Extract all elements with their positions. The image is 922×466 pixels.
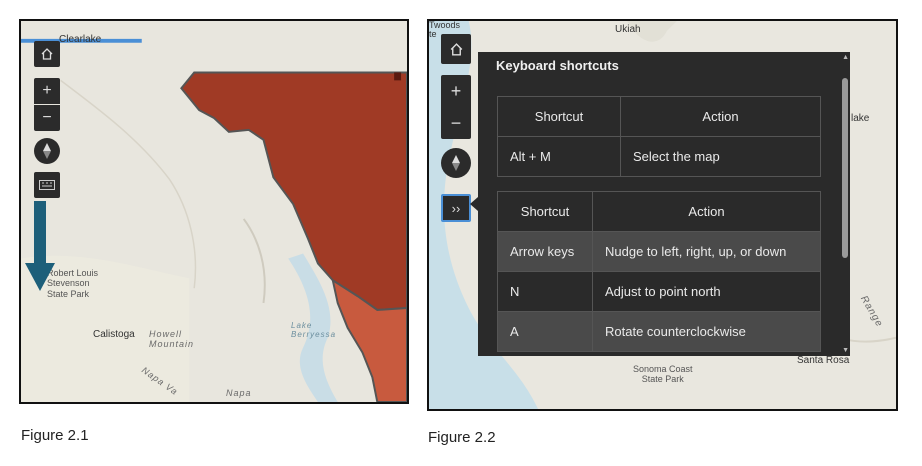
figure-2-2-caption: Figure 2.2: [428, 429, 496, 446]
home-button[interactable]: [441, 34, 471, 64]
shortcuts-table-navigation: Shortcut Action Arrow keys Nudge to left…: [497, 191, 821, 352]
home-icon: [41, 48, 53, 60]
zoom-out-button[interactable]: −: [34, 105, 60, 131]
map-label-sonoma-coast: Sonoma Coast State Park: [633, 364, 693, 385]
zoom-in-button[interactable]: +: [441, 75, 471, 107]
shortcuts-table-map: Shortcut Action Alt + M Select the map: [497, 96, 821, 177]
map-label-howell-mountain: Howell Mountain: [149, 329, 195, 350]
shortcut-cell: N: [497, 271, 593, 312]
table-header-action: Action: [592, 191, 821, 232]
zoom-in-button[interactable]: +: [34, 78, 60, 104]
action-cell: Rotate counterclockwise: [592, 311, 821, 352]
keyboard-shortcuts-panel: Keyboard shortcuts Shortcut Action Alt +…: [478, 52, 850, 356]
shortcut-cell: Arrow keys: [497, 231, 593, 272]
action-cell: Adjust to point north: [592, 271, 821, 312]
table-header-shortcut: Shortcut: [497, 96, 621, 137]
scroll-up-icon[interactable]: ▲: [842, 54, 849, 61]
compass-button[interactable]: [441, 148, 471, 178]
action-cell: Select the map: [620, 136, 821, 177]
panel-title: Keyboard shortcuts: [496, 58, 619, 73]
table-row[interactable]: Alt + M Select the map: [497, 136, 821, 177]
keyboard-shortcuts-button[interactable]: [34, 172, 60, 198]
compass-icon: [43, 143, 51, 159]
keyboard-icon: [39, 180, 55, 190]
table-row[interactable]: A Rotate counterclockwise: [497, 311, 821, 352]
map-label-clearlake: Clearlake: [59, 34, 102, 45]
action-cell: Nudge to left, right, up, or down: [592, 231, 821, 272]
map-label-ukiah: Ukiah: [615, 24, 641, 35]
table-row[interactable]: Arrow keys Nudge to left, right, up, or …: [497, 231, 821, 272]
compass-button[interactable]: [34, 138, 60, 164]
figure-2-1-map[interactable]: Clearlake Robert Louis Stevenson State P…: [19, 19, 409, 404]
table-header-action: Action: [620, 96, 821, 137]
home-icon: [450, 42, 462, 56]
zoom-out-button[interactable]: −: [441, 107, 471, 139]
indicator-arrow-icon: [25, 201, 55, 291]
scroll-down-icon[interactable]: ▼: [842, 347, 849, 354]
home-button[interactable]: [34, 41, 60, 67]
panel-scrollbar[interactable]: ▲ ▼: [842, 54, 849, 354]
shortcut-cell: Alt + M: [497, 136, 621, 177]
expand-button[interactable]: ››: [441, 194, 471, 222]
map-label-santa-rosa: Santa Rosa: [797, 355, 850, 366]
map-background: [21, 21, 407, 402]
table-row[interactable]: N Adjust to point north: [497, 271, 821, 312]
scrollbar-thumb[interactable]: [842, 78, 848, 258]
table-header-shortcut: Shortcut: [497, 191, 593, 232]
map-label-lake-berryessa: Lake Berryessa: [291, 321, 337, 340]
panel-pointer: [470, 197, 478, 211]
map-label-lake: lake: [851, 113, 870, 124]
map-label-calistoga: Calistoga: [93, 329, 135, 340]
map-label-napa: Napa: [226, 388, 252, 398]
shortcut-cell: A: [497, 311, 593, 352]
compass-icon: [452, 155, 460, 171]
figure-2-1-caption: Figure 2.1: [21, 427, 89, 444]
